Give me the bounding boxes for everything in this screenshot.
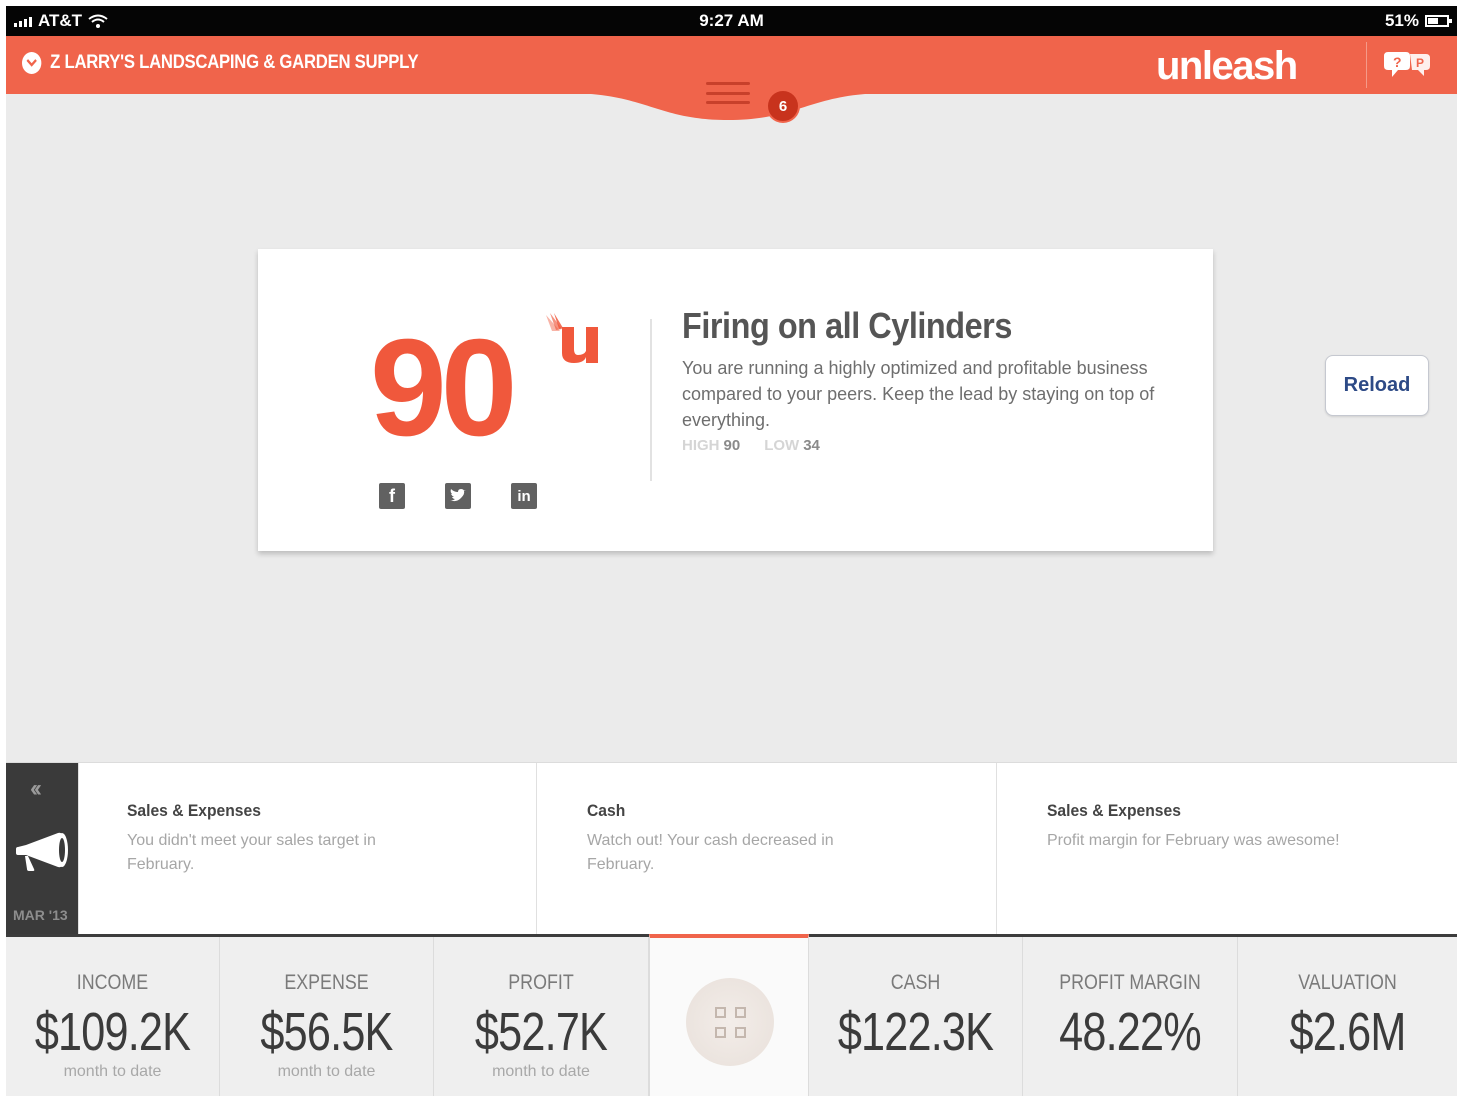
twitter-icon[interactable] xyxy=(445,483,471,509)
metric-label: INCOME xyxy=(76,971,149,994)
double-chevron-left-icon[interactable]: ‹‹ xyxy=(30,775,42,803)
insight-card[interactable]: Sales & Expenses Profit margin for Febru… xyxy=(996,763,1457,935)
metric-label: CASH xyxy=(890,971,941,994)
metric-profit[interactable]: PROFIT $52.7K month to date xyxy=(434,937,649,1096)
notification-badge[interactable]: 6 xyxy=(766,89,800,123)
metric-income[interactable]: INCOME $109.2K month to date xyxy=(6,937,220,1096)
social-share: f in xyxy=(379,483,537,509)
metric-value: $52.7K xyxy=(474,1002,608,1062)
company-name: Z LARRY'S LANDSCAPING & GARDEN SUPPLY xyxy=(50,52,419,73)
battery-icon xyxy=(1425,15,1452,27)
status-bar: AT&T 9:27 AM 51% xyxy=(6,6,1457,36)
insights-sidebar: ‹‹ MAR '13 xyxy=(6,763,78,935)
unleash-u-icon xyxy=(546,313,598,363)
svg-text:P: P xyxy=(1416,56,1424,70)
insight-text: You didn't meet your sales target in Feb… xyxy=(127,832,376,873)
score-range: HIGH 90 LOW 34 xyxy=(682,437,820,454)
chat-icon[interactable]: ? P xyxy=(1384,50,1432,80)
score-title: Firing on all Cylinders xyxy=(682,305,1012,346)
metric-subtitle: month to date xyxy=(492,1063,590,1080)
metric-profit-margin[interactable]: PROFIT MARGIN 48.22% xyxy=(1023,937,1238,1096)
linkedin-icon[interactable]: in xyxy=(511,483,537,509)
dashboard-tile xyxy=(649,934,809,1096)
insight-card[interactable]: Cash Watch out! Your cash decreased in F… xyxy=(536,763,996,935)
battery-info: 51% xyxy=(1384,11,1452,31)
metric-label: VALUATION xyxy=(1298,971,1397,994)
metric-label: EXPENSE xyxy=(284,971,369,994)
metric-valuation[interactable]: VALUATION $2.6M xyxy=(1238,937,1457,1096)
metric-value: $2.6M xyxy=(1289,1002,1406,1062)
metric-value: 48.22% xyxy=(1059,1002,1202,1062)
reload-button[interactable]: Reload xyxy=(1325,355,1429,416)
metrics-bar: INCOME $109.2K month to date EXPENSE $56… xyxy=(6,934,1457,1096)
grid-icon xyxy=(714,1006,746,1038)
metric-label: PROFIT xyxy=(508,971,574,994)
insights-panel: ‹‹ MAR '13 Sales & Expenses You didn't m… xyxy=(6,762,1457,935)
metric-cash[interactable]: CASH $122.3K xyxy=(809,937,1023,1096)
insights-date: MAR '13 xyxy=(13,907,68,923)
svg-text:?: ? xyxy=(1393,54,1402,70)
brand-logo: unleash xyxy=(1156,44,1298,88)
score-value: 90 xyxy=(370,311,517,465)
card-divider xyxy=(650,319,652,481)
metric-value: $56.5K xyxy=(260,1002,393,1062)
insight-text: Watch out! Your cash decreased in Februa… xyxy=(587,832,834,873)
low-value: 34 xyxy=(803,437,820,454)
metric-label: PROFIT MARGIN xyxy=(1059,971,1201,994)
battery-percent: 51% xyxy=(1384,11,1419,30)
dashboard-button[interactable] xyxy=(686,978,774,1066)
score-card: 90 f in Firing on all Cylinders You are … xyxy=(258,249,1213,551)
menu-button[interactable] xyxy=(706,82,750,104)
high-value: 90 xyxy=(723,437,741,454)
header-divider xyxy=(1366,42,1367,88)
score-description: You are running a highly optimized and p… xyxy=(682,358,1155,430)
metric-value: $122.3K xyxy=(837,1002,994,1062)
insight-card[interactable]: Sales & Expenses You didn't meet your sa… xyxy=(78,763,536,935)
insight-title: Cash xyxy=(587,801,626,820)
metric-subtitle: month to date xyxy=(277,1063,376,1080)
metric-value: $109.2K xyxy=(34,1002,191,1062)
megaphone-icon xyxy=(16,832,68,871)
insight-title: Sales & Expenses xyxy=(127,801,261,820)
metric-subtitle: month to date xyxy=(63,1063,162,1080)
menu-icon xyxy=(706,82,750,85)
company-selector[interactable]: Z LARRY'S LANDSCAPING & GARDEN SUPPLY xyxy=(22,52,419,74)
facebook-icon[interactable]: f xyxy=(379,483,405,509)
app-window: AT&T 9:27 AM 51% Z LARRY'S LANDSCAPING &… xyxy=(6,6,1457,1096)
low-label: LOW xyxy=(764,437,800,454)
chevron-down-icon xyxy=(22,52,42,74)
insight-title: Sales & Expenses xyxy=(1047,801,1181,820)
insight-text: Profit margin for February was awesome! xyxy=(1047,832,1340,849)
high-label: HIGH xyxy=(682,437,720,454)
metric-expense[interactable]: EXPENSE $56.5K month to date xyxy=(220,937,434,1096)
clock: 9:27 AM xyxy=(699,11,764,30)
